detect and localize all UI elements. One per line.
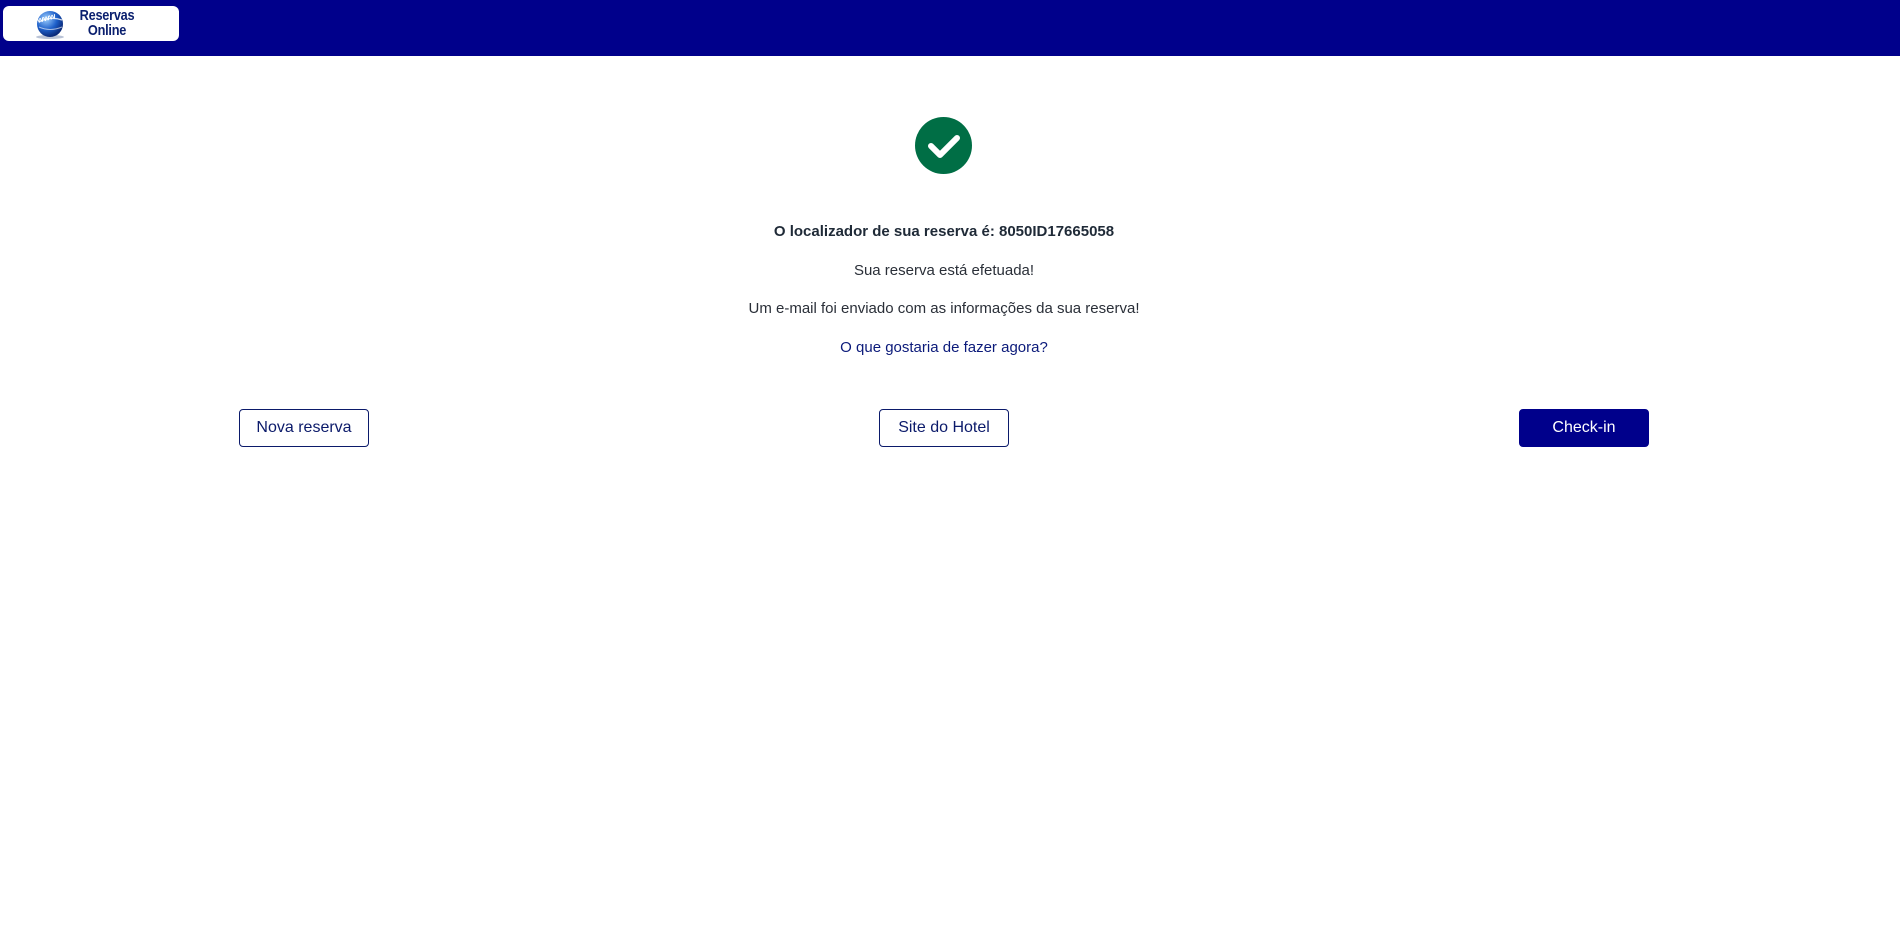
booking-done-text: Sua reserva está efetuada! (853, 262, 1035, 279)
logo-text: Reservas Online (73, 8, 141, 38)
top-bar: www Reservas Online (0, 0, 1900, 56)
logo-line2: Online (87, 22, 127, 39)
logo[interactable]: www Reservas Online (3, 6, 179, 41)
globe-logo-icon: www (35, 11, 64, 39)
hotel-site-button[interactable]: Site do Hotel (879, 409, 1009, 447)
new-booking-button[interactable]: Nova reserva (239, 409, 369, 447)
logo-line1: Reservas (79, 7, 135, 24)
check-circle-icon (915, 117, 972, 174)
email-sent-text: Um e-mail foi enviado com as informações… (748, 300, 1140, 317)
checkin-button[interactable]: Check-in (1519, 409, 1649, 447)
next-action-question: O que gostaria de fazer agora? (840, 339, 1048, 356)
locator-text: O localizador de sua reserva é: 8050ID17… (773, 223, 1115, 240)
